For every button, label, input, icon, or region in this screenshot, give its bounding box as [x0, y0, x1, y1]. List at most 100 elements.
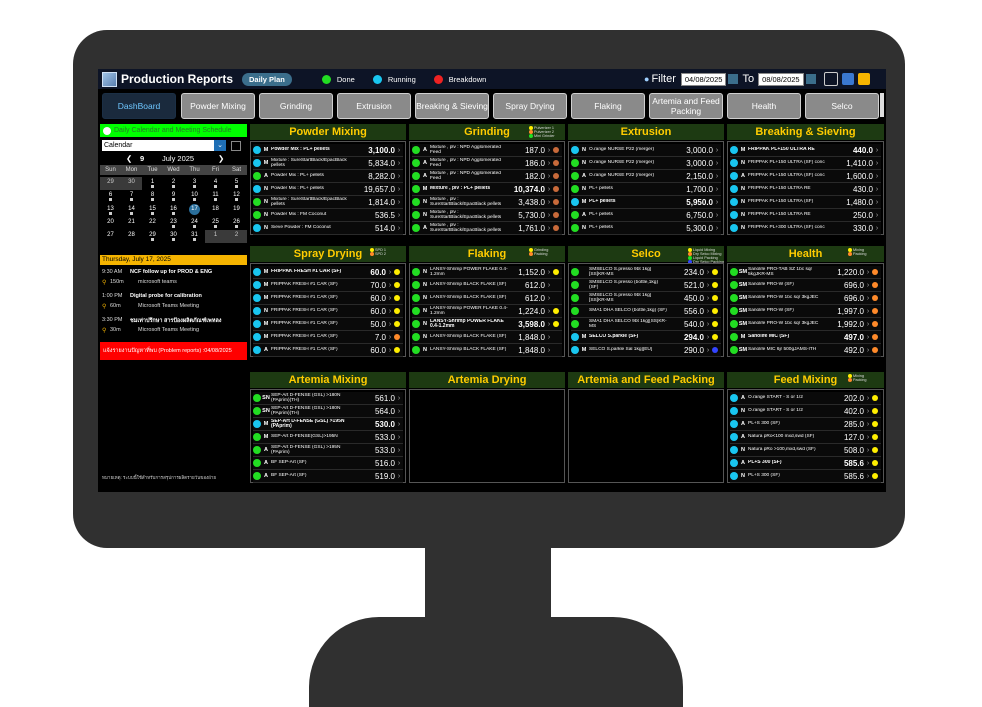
chevron-right-icon[interactable]: ›	[873, 199, 881, 206]
calendar-select[interactable]: Calendar	[102, 140, 214, 151]
chevron-right-icon[interactable]: ›	[545, 334, 553, 341]
production-row[interactable]: A BF SEP-Art (SF) 519.0 ›	[253, 470, 403, 483]
production-row[interactable]: A PL+S 300 (SF) 285.0 ›	[730, 418, 881, 431]
chevron-right-icon[interactable]: ›	[704, 321, 712, 328]
tab-selco[interactable]: Selco	[805, 93, 879, 119]
chevron-right-icon[interactable]: ›	[545, 147, 553, 154]
next-month-icon[interactable]: ❯	[218, 154, 224, 163]
chevron-right-icon[interactable]: ›	[873, 160, 881, 167]
date-to-input[interactable]: 08/08/2025	[758, 72, 804, 86]
tab-powder-mixing[interactable]: Powder Mixing	[181, 93, 255, 119]
production-row[interactable]: SM Sanolife PRO-W (SF) 1,997.0 ›	[730, 305, 881, 318]
calendar-day-cell[interactable]: 19	[226, 204, 247, 217]
chevron-right-icon[interactable]: ›	[864, 282, 872, 289]
tab-breaking-sieving[interactable]: Breaking & Sieving	[415, 93, 489, 119]
production-row[interactable]: A Mixture , plv : SureStartBlack/EpacBlac…	[412, 222, 562, 235]
production-row[interactable]: N LANSY-Shrimp BLACK FLAKE (SF) 1,848.0 ›	[412, 331, 562, 344]
production-row[interactable]: N FRIPPAK PL+300 ULTRA (SF) conc 330.0 ›	[730, 222, 881, 235]
chevron-down-icon[interactable]: ⌄	[214, 140, 226, 151]
calendar-day-cell[interactable]: 23	[163, 217, 184, 230]
production-row[interactable]: N PL+ pellets 1,700.0 ›	[571, 183, 721, 196]
calendar-day-cell[interactable]: 4	[205, 177, 226, 190]
production-row[interactable]: M SEP-Art D-FENSE (GSL) >195N (PAprim) 530…	[253, 418, 403, 431]
calendar-day-cell[interactable]: 22	[142, 217, 163, 230]
production-row[interactable]: M Mixture , plv : PL+ pellets 10,374.0 ›	[412, 183, 562, 196]
chevron-right-icon[interactable]: ›	[704, 269, 712, 276]
production-row[interactable]: M SEP-Art D-FENSE(GSL)>195N 533.0 ›	[253, 431, 403, 444]
chevron-right-icon[interactable]: ›	[864, 421, 872, 428]
calendar-day-cell[interactable]: 30	[163, 230, 184, 243]
calendar-day-cell[interactable]: 18	[205, 204, 226, 217]
refresh-icon[interactable]	[841, 73, 854, 85]
calendar-day-cell[interactable]: 2	[226, 230, 247, 244]
production-row[interactable]: M PL+ pellets 5,950.0 ›	[571, 196, 721, 209]
calendar-day-cell[interactable]: 14	[121, 204, 142, 217]
calendar-day-cell[interactable]: 30	[121, 177, 142, 190]
chevron-right-icon[interactable]: ›	[395, 147, 403, 154]
production-row[interactable]: A O.range NURSE P22 (merger) 2,150.0 ›	[571, 170, 721, 183]
production-row[interactable]: N Mixture : SureStartBlack/EpacBlack pell…	[253, 196, 403, 209]
calendar-checkbox[interactable]	[231, 141, 241, 151]
calendar-day-cell[interactable]: 15	[142, 204, 163, 217]
chevron-right-icon[interactable]: ›	[873, 173, 881, 180]
chevron-right-icon[interactable]: ›	[713, 212, 721, 219]
chevron-right-icon[interactable]: ›	[713, 199, 721, 206]
calendar-day-cell[interactable]: 31	[184, 230, 205, 243]
chevron-right-icon[interactable]: ›	[395, 395, 403, 402]
chevron-right-icon[interactable]: ›	[864, 269, 872, 276]
calendar-day-cell[interactable]: 5	[226, 177, 247, 190]
chevron-right-icon[interactable]: ›	[545, 282, 553, 289]
chevron-right-icon[interactable]: ›	[545, 173, 553, 180]
production-row[interactable]: SN SEP-Art D-FENSE (GSL) >180N (PAprim)(T…	[253, 392, 403, 405]
chevron-right-icon[interactable]: ›	[864, 460, 872, 467]
chevron-right-icon[interactable]: ›	[395, 460, 403, 467]
production-row[interactable]: M FRIPPAK FRESH #1 CAR (SF) 50.0 ›	[253, 318, 403, 331]
tab-flaking[interactable]: Flaking	[571, 93, 645, 119]
chevron-right-icon[interactable]: ›	[864, 395, 872, 402]
calendar-day-cell[interactable]: 16	[163, 204, 184, 217]
production-row[interactable]: A FRIPPAK FRESH #1 CAR (SF) 60.0 ›	[253, 344, 403, 357]
chevron-right-icon[interactable]: ›	[386, 347, 394, 354]
production-row[interactable]: N Mixture , plv : SureStartBlack/EpacBlac…	[412, 196, 562, 209]
production-row[interactable]: N FRIPPAK PL+150 ULTRA RE 430.0 ›	[730, 183, 881, 196]
calendar-day-cell[interactable]: 11	[205, 190, 226, 203]
production-row[interactable]: N PL+ pellets 5,300.0 ›	[571, 222, 721, 235]
section-title-powder-mixing[interactable]: Powder Mixing	[250, 124, 406, 140]
production-row[interactable]: N FRIPPAK PL+150 ULTRA (SF) conc 1,410.0 ›	[730, 157, 881, 170]
chevron-right-icon[interactable]: ›	[864, 295, 872, 302]
chevron-right-icon[interactable]: ›	[713, 147, 721, 154]
production-row[interactable]: SMSELCO S.presso 9bt 1kg][SS]KR-MS 234.0 ›	[571, 266, 721, 279]
prev-month-icon[interactable]: ❮	[126, 154, 132, 163]
calendar-event[interactable]: 1:00 PM Digital probe for calibration ⚲ 60m…	[100, 293, 247, 315]
chevron-right-icon[interactable]: ›	[395, 408, 403, 415]
production-row[interactable]: M SELCO S.parkle Sal 1kg][EU] 290.0 ›	[571, 344, 721, 357]
chevron-right-icon[interactable]: ›	[386, 321, 394, 328]
production-row[interactable]: A Mixture , plv : NPD Agglomerated Feed 18…	[412, 170, 562, 183]
chevron-right-icon[interactable]: ›	[395, 421, 403, 428]
chevron-right-icon[interactable]: ›	[545, 212, 553, 219]
chevron-right-icon[interactable]: ›	[864, 321, 872, 328]
section-title-breaking[interactable]: Breaking & Sieving	[727, 124, 884, 140]
chevron-right-icon[interactable]: ›	[386, 308, 394, 315]
production-row[interactable]: M SELCO S.parkle (SF) 294.0 ›	[571, 331, 721, 344]
calendar-day-cell[interactable]: 1	[205, 230, 226, 244]
production-row[interactable]: M FRIPPAK FRESH #1 CAR (SF) 60.0 ›	[253, 266, 403, 279]
chevron-right-icon[interactable]: ›	[545, 186, 553, 193]
chevron-right-icon[interactable]: ›	[713, 225, 721, 232]
production-row[interactable]: SM Sanolife PRO-W 1bc sqr 3kgJEC 1,992.0 ›	[730, 318, 881, 331]
chevron-right-icon[interactable]: ›	[873, 212, 881, 219]
calendar-day-cell[interactable]: 25	[205, 217, 226, 230]
production-row[interactable]: N PL+S 300 (SF) 585.6 ›	[730, 470, 881, 483]
production-row[interactable]: N Sieve Powder : FM Coconut 514.0 ›	[253, 222, 403, 235]
chevron-right-icon[interactable]: ›	[864, 347, 872, 354]
section-title-artemia-mixing[interactable]: Artemia Mixing	[250, 372, 406, 388]
calendar-day-cell[interactable]: 29	[142, 230, 163, 243]
chevron-right-icon[interactable]: ›	[395, 473, 403, 480]
production-row[interactable]: A Mixture , plv : NPD Agglomerated Feed 18…	[412, 157, 562, 170]
chevron-right-icon[interactable]: ›	[873, 147, 881, 154]
production-row[interactable]: N O.range NURSE P22 (merger) 3,000.0 ›	[571, 157, 721, 170]
chevron-right-icon[interactable]: ›	[873, 225, 881, 232]
chevron-right-icon[interactable]: ›	[545, 295, 553, 302]
tab-dashboard[interactable]: DashBoard	[102, 93, 176, 119]
production-row[interactable]: M Powder Mix : PL+ pellets 3,100.0 ›	[253, 144, 403, 157]
